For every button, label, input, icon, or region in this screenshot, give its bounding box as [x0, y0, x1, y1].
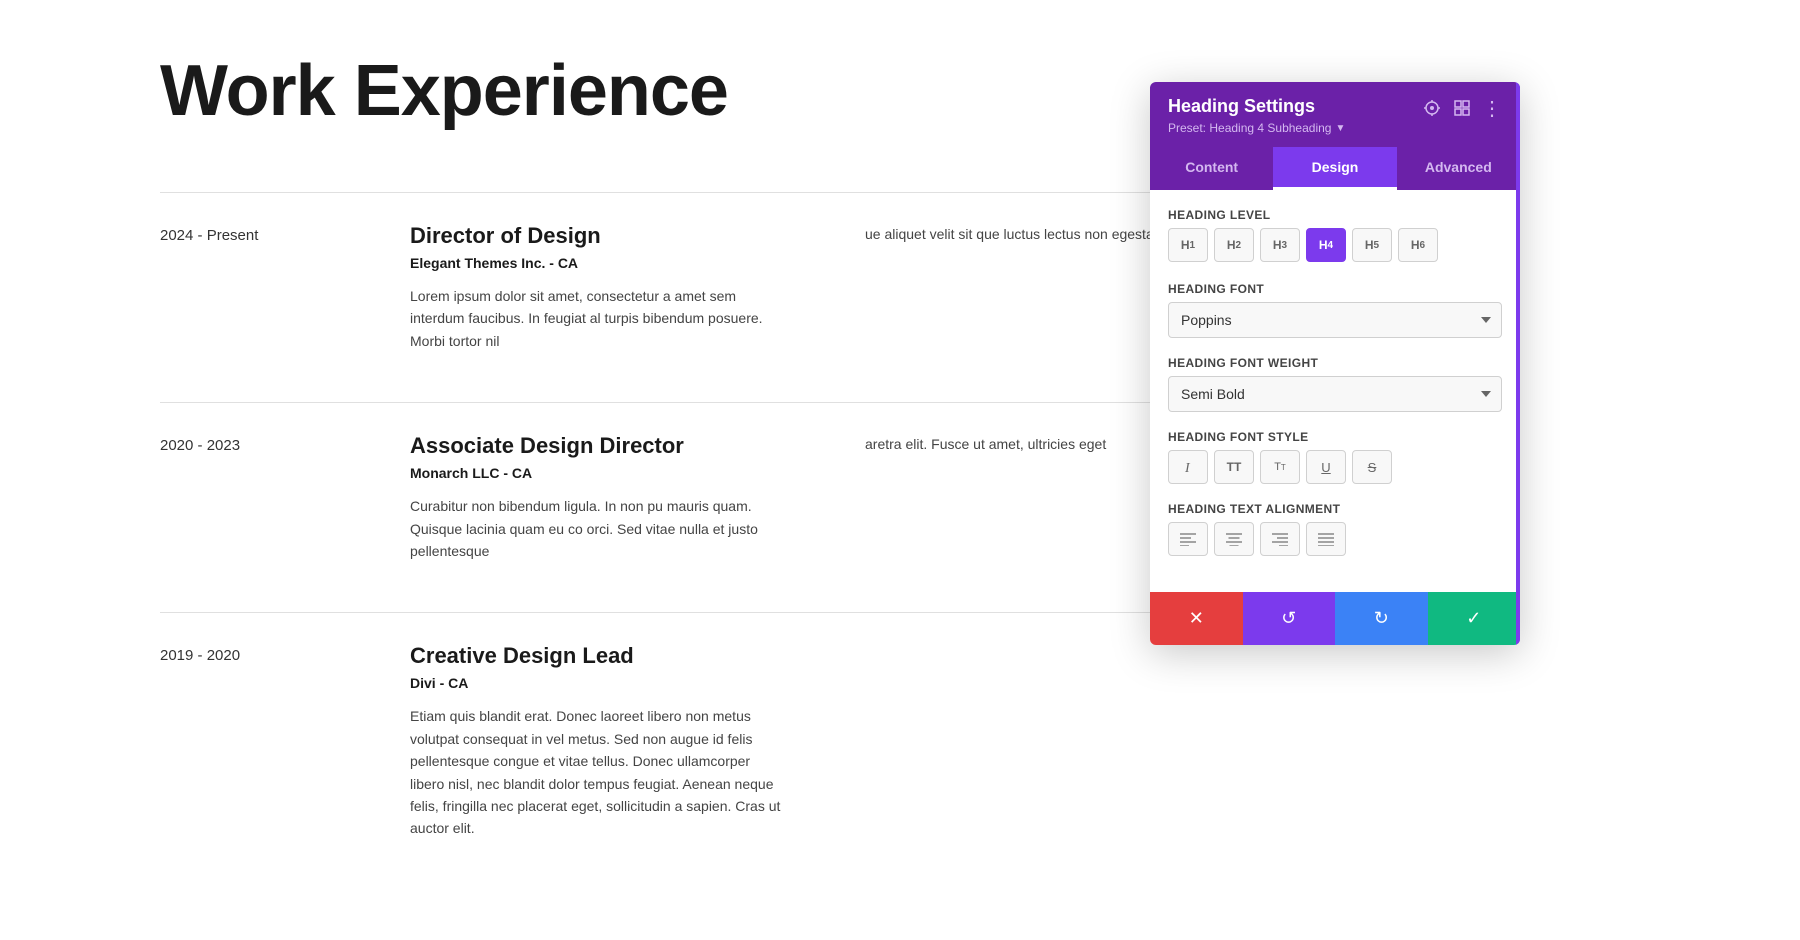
- experience-section: 2024 - Present Director of Design Elegan…: [160, 192, 1240, 890]
- panel-more-icon[interactable]: ⋮: [1482, 98, 1502, 118]
- heading-font-select[interactable]: Poppins Roboto Open Sans Lato Montserrat: [1168, 302, 1502, 338]
- experience-row-2: 2019 - 2020 Creative Design Lead Divi - …: [160, 612, 1240, 889]
- tt-button[interactable]: TT: [1214, 450, 1254, 484]
- heading-level-row: H1 H2 H3 H4 H5 H6: [1168, 228, 1502, 262]
- job-title-1: Associate Design Director: [410, 433, 785, 459]
- panel-body: Heading Level H1 H2 H3 H4 H5 H6 Heading …: [1150, 190, 1520, 592]
- tab-advanced[interactable]: Advanced: [1397, 147, 1520, 190]
- heading-text-alignment-label: Heading Text Alignment: [1168, 502, 1502, 516]
- tt-small-button[interactable]: TT: [1260, 450, 1300, 484]
- heading-level-label: Heading Level: [1168, 208, 1502, 222]
- heading-level-group: Heading Level H1 H2 H3 H4 H5 H6: [1168, 208, 1502, 262]
- panel-tabs: Content Design Advanced: [1150, 147, 1520, 190]
- job-title-2: Creative Design Lead: [410, 643, 785, 669]
- job-title-0: Director of Design: [410, 223, 785, 249]
- heading-level-h6[interactable]: H6: [1398, 228, 1438, 262]
- tab-content[interactable]: Content: [1150, 147, 1273, 190]
- panel-header-icons: ⋮: [1422, 98, 1502, 118]
- align-right-button[interactable]: [1260, 522, 1300, 556]
- panel-target-icon[interactable]: [1422, 98, 1442, 118]
- panel-grid-icon[interactable]: [1452, 98, 1472, 118]
- panel-scrollbar-accent: [1516, 82, 1520, 645]
- page-title: Work Experience: [160, 50, 1240, 132]
- cancel-button[interactable]: ✕: [1150, 592, 1243, 645]
- align-left-button[interactable]: [1168, 522, 1208, 556]
- job-company-2: Divi - CA: [410, 675, 785, 691]
- job-desc-right-2: [825, 643, 1240, 839]
- job-desc-left-0: Lorem ipsum dolor sit amet, consectetur …: [410, 285, 785, 352]
- panel-preset-text: Preset: Heading 4 Subheading: [1168, 121, 1331, 135]
- heading-font-group: Heading Font Poppins Roboto Open Sans La…: [1168, 282, 1502, 338]
- reset-button[interactable]: ↺: [1243, 592, 1336, 645]
- year-2024: 2024 - Present: [160, 223, 410, 352]
- heading-level-h4[interactable]: H4: [1306, 228, 1346, 262]
- tab-design[interactable]: Design: [1273, 147, 1396, 190]
- heading-font-style-label: Heading Font Style: [1168, 430, 1502, 444]
- heading-level-h5[interactable]: H5: [1352, 228, 1392, 262]
- align-justify-button[interactable]: [1306, 522, 1346, 556]
- job-col-2: Creative Design Lead Divi - CA Etiam qui…: [410, 643, 825, 839]
- align-center-button[interactable]: [1214, 522, 1254, 556]
- heading-text-alignment-group: Heading Text Alignment: [1168, 502, 1502, 556]
- panel-footer: ✕ ↺ ↻ ✓: [1150, 592, 1520, 645]
- year-2020: 2020 - 2023: [160, 433, 410, 562]
- heading-font-weight-label: Heading Font Weight: [1168, 356, 1502, 370]
- heading-level-h3[interactable]: H3: [1260, 228, 1300, 262]
- job-desc-left-1: Curabitur non bibendum ligula. In non pu…: [410, 495, 785, 562]
- heading-level-h1[interactable]: H1: [1168, 228, 1208, 262]
- experience-row: 2024 - Present Director of Design Elegan…: [160, 192, 1240, 402]
- job-company-0: Elegant Themes Inc. - CA: [410, 255, 785, 271]
- font-style-buttons: I TT TT U S: [1168, 450, 1502, 484]
- job-desc-left-2: Etiam quis blandit erat. Donec laoreet l…: [410, 705, 785, 839]
- redo-button[interactable]: ↻: [1335, 592, 1428, 645]
- heading-font-label: Heading Font: [1168, 282, 1502, 296]
- heading-font-style-group: Heading Font Style I TT TT U S: [1168, 430, 1502, 484]
- strikethrough-button[interactable]: S: [1352, 450, 1392, 484]
- panel-header: Heading Settings Preset: Heading 4 Subhe…: [1150, 82, 1520, 147]
- underline-button[interactable]: U: [1306, 450, 1346, 484]
- heading-font-weight-select[interactable]: Thin Light Regular Semi Bold Bold Extra …: [1168, 376, 1502, 412]
- job-col-1: Associate Design Director Monarch LLC - …: [410, 433, 825, 562]
- svg-text:I: I: [1184, 461, 1191, 475]
- job-company-1: Monarch LLC - CA: [410, 465, 785, 481]
- job-col-0: Director of Design Elegant Themes Inc. -…: [410, 223, 825, 352]
- panel-preset-arrow-icon: ▼: [1335, 123, 1345, 134]
- alignment-buttons: [1168, 522, 1502, 556]
- confirm-button[interactable]: ✓: [1428, 592, 1521, 645]
- heading-level-h2[interactable]: H2: [1214, 228, 1254, 262]
- panel-preset[interactable]: Preset: Heading 4 Subheading ▼: [1168, 121, 1345, 135]
- heading-settings-panel: Heading Settings Preset: Heading 4 Subhe…: [1150, 82, 1520, 645]
- year-2019: 2019 - 2020: [160, 643, 410, 839]
- italic-button[interactable]: I: [1168, 450, 1208, 484]
- experience-row-1: 2020 - 2023 Associate Design Director Mo…: [160, 402, 1240, 612]
- panel-title: Heading Settings: [1168, 96, 1345, 117]
- heading-font-weight-group: Heading Font Weight Thin Light Regular S…: [1168, 356, 1502, 412]
